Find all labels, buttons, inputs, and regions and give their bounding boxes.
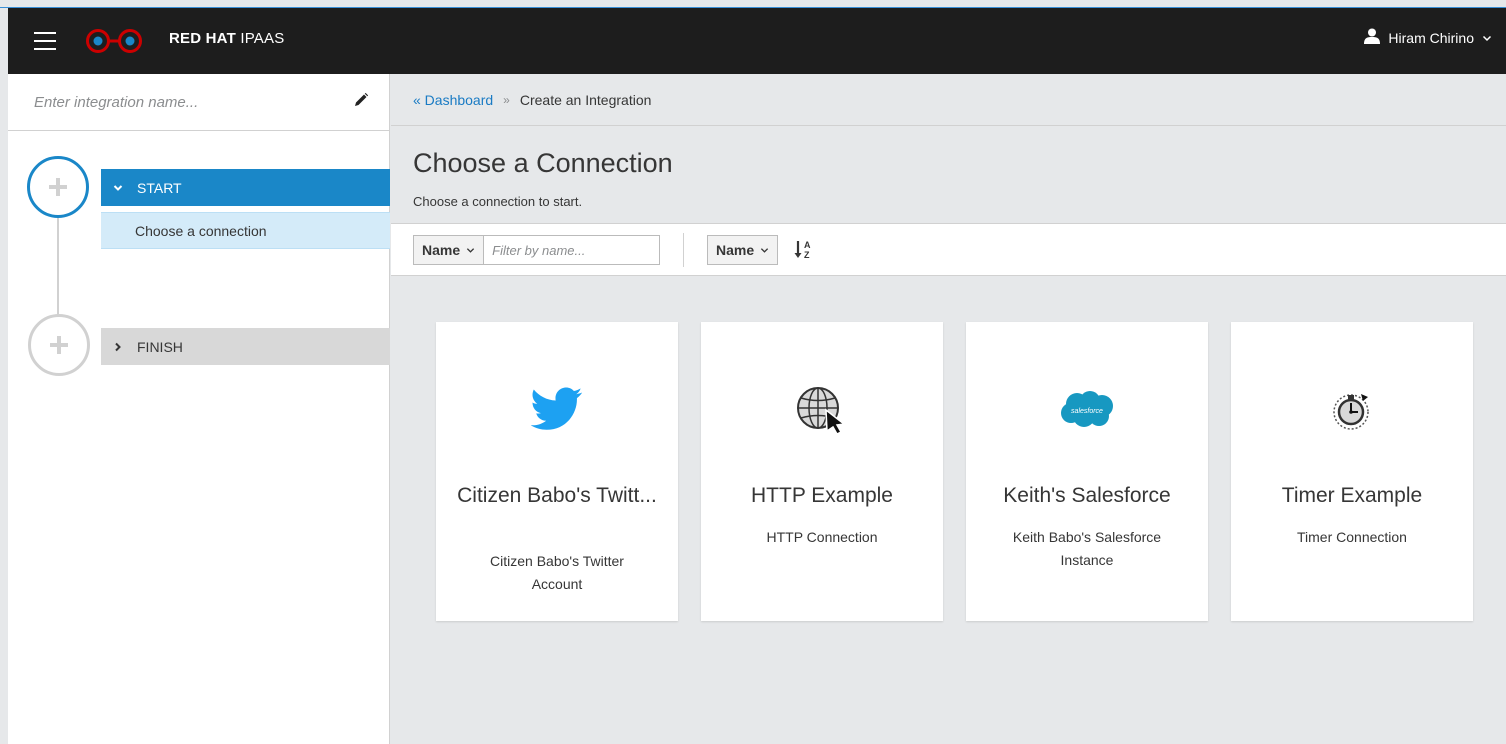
svg-text:Z: Z [804, 250, 810, 260]
breadcrumb-current: Create an Integration [519, 91, 652, 108]
sort-field-label: Name [716, 242, 755, 258]
sort-field-dropdown[interactable]: Name [707, 235, 779, 265]
connection-card-salesforce[interactable]: salesforce Keith's Salesforce Keith Babo… [966, 322, 1208, 621]
svg-text:A: A [804, 240, 811, 250]
plus-icon [50, 336, 68, 354]
breadcrumb-dashboard-link[interactable]: « Dashboard [413, 92, 493, 108]
start-step-add-button[interactable] [27, 156, 89, 218]
globe-cursor-icon [701, 384, 943, 434]
brand-name-light: IPAAS [240, 30, 285, 47]
connection-card-http[interactable]: HTTP Example HTTP Connection [701, 322, 943, 621]
filter-by-name-input[interactable] [484, 235, 661, 265]
filter-field-label: Name [422, 242, 461, 258]
connection-card-description: HTTP Connection [766, 529, 878, 545]
top-navbar: RED HAT IPAAS Hiram Chirino [8, 8, 1506, 74]
connection-card-timer[interactable]: Timer Example Timer Connection [1231, 322, 1473, 621]
connection-card-description: Citizen Babo's Twitter Account [490, 553, 624, 592]
filter-toolbar: Name Name A Z [391, 223, 1506, 276]
salesforce-icon: salesforce [966, 384, 1208, 434]
user-menu[interactable]: Hiram Chirino [1364, 28, 1492, 47]
step-finish-label: FINISH [137, 338, 183, 355]
connection-card-title: Keith's Salesforce [1003, 484, 1171, 507]
window-top-border [0, 0, 1506, 8]
chevron-down-icon [1482, 30, 1492, 46]
connection-card-description: Keith Babo's Salesforce Instance [1012, 529, 1162, 568]
chevron-right-icon [113, 342, 123, 352]
plus-icon [49, 178, 67, 196]
chevron-down-icon [113, 183, 123, 193]
pencil-icon[interactable] [353, 92, 369, 113]
connection-card-title: HTTP Example [751, 484, 893, 507]
brand-name-bold: RED HAT [169, 30, 236, 47]
chevron-down-icon [760, 242, 769, 258]
toolbar-divider [683, 233, 684, 267]
main-content: « Dashboard » Create an Integration Choo… [391, 74, 1506, 744]
user-icon [1364, 28, 1381, 47]
breadcrumb: « Dashboard » Create an Integration [391, 74, 1506, 126]
page-title: Choose a Connection [413, 148, 673, 178]
breadcrumb-separator: » [503, 92, 510, 107]
hamburger-icon[interactable] [34, 32, 56, 50]
finish-step-add-button[interactable] [28, 314, 90, 376]
connection-card-description: Timer Connection [1297, 529, 1407, 545]
integration-sidebar: START Choose a connection FINISH [8, 74, 390, 744]
logo-goggles-icon [86, 25, 150, 62]
page-description: Choose a connection to start. [413, 194, 583, 209]
user-name: Hiram Chirino [1388, 29, 1474, 46]
step-start-label: START [137, 179, 182, 196]
filter-group: Name [413, 235, 661, 265]
brand-name: RED HAT IPAAS [169, 30, 284, 47]
step-finish-header[interactable]: FINISH [101, 328, 390, 365]
stopwatch-icon [1231, 384, 1473, 434]
step-start-choose-connection[interactable]: Choose a connection [101, 212, 390, 249]
step-start-header[interactable]: START [101, 169, 390, 206]
sort-alpha-asc-icon[interactable]: A Z [794, 239, 814, 266]
integration-name-bar [8, 74, 389, 131]
filter-field-dropdown[interactable]: Name [413, 235, 485, 265]
connection-card-twitter[interactable]: Citizen Babo's Twitt... Citizen Babo's T… [436, 322, 678, 621]
integration-name-input[interactable] [8, 74, 338, 130]
flow-connector-line [57, 216, 59, 316]
connection-card-title: Citizen Babo's Twitt... [457, 484, 657, 507]
twitter-icon [436, 384, 678, 434]
chevron-down-icon [466, 242, 475, 258]
salesforce-icon-text: salesforce [1071, 408, 1103, 415]
connection-card-title: Timer Example [1281, 484, 1423, 507]
